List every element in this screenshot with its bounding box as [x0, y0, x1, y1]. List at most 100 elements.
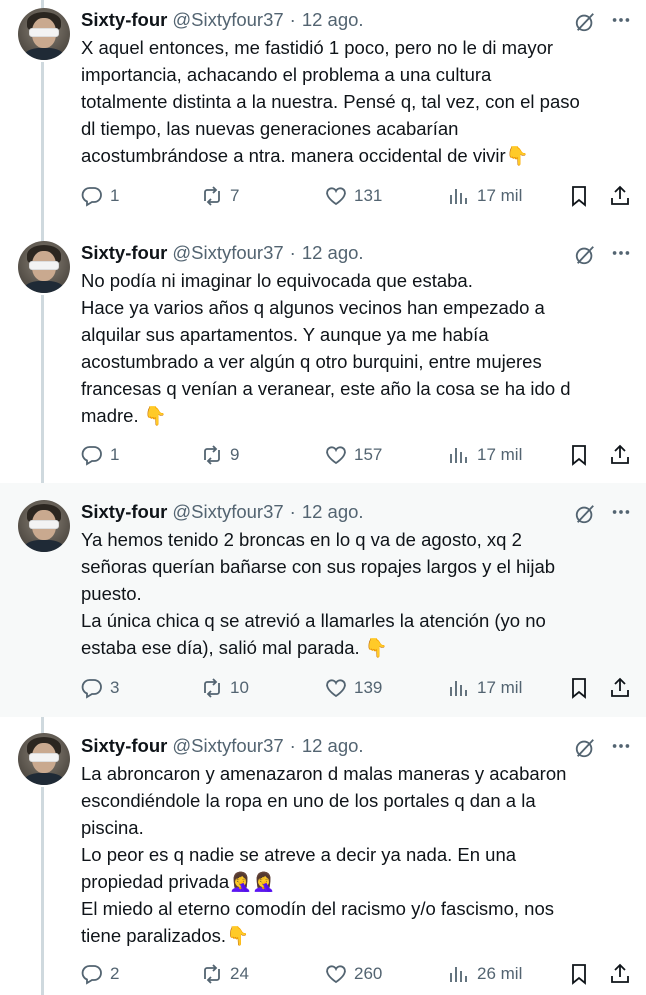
tweet-actions: 2 24 260 26 mil: [80, 961, 632, 987]
like-button[interactable]: 131: [324, 183, 382, 209]
views-button[interactable]: 26 mil: [447, 961, 522, 987]
avatar[interactable]: [18, 500, 70, 552]
display-name[interactable]: Sixty-four: [81, 501, 167, 523]
more-icon[interactable]: [610, 735, 632, 757]
tweet-header: Sixty-four @Sixtyfour37 · 12 ago.: [81, 242, 364, 264]
avatar[interactable]: [18, 8, 70, 60]
like-button[interactable]: 157: [324, 442, 382, 468]
share-icon: [611, 185, 629, 205]
repost-count: 9: [230, 445, 240, 464]
grok-icon[interactable]: [574, 503, 596, 525]
like-count: 260: [354, 964, 383, 983]
repost-button[interactable]: 24: [200, 961, 249, 987]
tweet-date[interactable]: 12 ago.: [302, 501, 364, 523]
bookmark-button[interactable]: [567, 183, 591, 209]
separator-dot: ·: [289, 9, 296, 30]
heart-icon: [326, 679, 346, 698]
like-button[interactable]: 139: [324, 675, 382, 701]
share-button[interactable]: [608, 675, 632, 701]
tweet-text: La abroncaron y amenazaron d malas maner…: [81, 763, 567, 946]
share-button[interactable]: [608, 442, 632, 468]
reply-icon: [81, 679, 102, 699]
repost-icon: [204, 186, 220, 206]
avatar[interactable]: [18, 733, 70, 785]
user-handle[interactable]: @Sixtyfour37: [172, 242, 283, 264]
heart-icon: [326, 965, 346, 984]
tweet-actions: 1 7 131 17 mil: [80, 183, 632, 209]
bookmark-button[interactable]: [567, 961, 591, 987]
more-icon[interactable]: [610, 501, 632, 523]
repost-count: 24: [230, 964, 249, 983]
reply-count: 3: [110, 678, 120, 697]
bookmark-icon: [572, 445, 586, 466]
reply-count: 1: [110, 186, 120, 205]
tweet-text: No podía ni imaginar lo equivocada que e…: [81, 270, 571, 426]
repost-count: 7: [230, 186, 240, 205]
reply-icon: [81, 965, 102, 985]
grok-icon[interactable]: [574, 737, 596, 759]
reply-count: 1: [110, 445, 120, 464]
repost-button[interactable]: 9: [200, 442, 239, 468]
tweet[interactable]: Sixty-four @Sixtyfour37 · 12 ago. La abr…: [0, 717, 646, 995]
views-icon: [450, 189, 467, 204]
tweet-date[interactable]: 12 ago.: [302, 735, 364, 757]
display-name[interactable]: Sixty-four: [81, 735, 167, 757]
share-icon: [611, 444, 629, 464]
tweet-text: X aquel entonces, me fastidió 1 poco, pe…: [81, 37, 580, 166]
repost-icon: [204, 678, 220, 698]
share-button[interactable]: [608, 183, 632, 209]
user-handle[interactable]: @Sixtyfour37: [172, 9, 283, 31]
more-icon[interactable]: [610, 9, 632, 31]
repost-count: 10: [230, 678, 249, 697]
repost-icon: [204, 964, 220, 984]
display-name[interactable]: Sixty-four: [81, 9, 167, 31]
like-count: 139: [354, 678, 383, 697]
reply-button[interactable]: 1: [80, 442, 119, 468]
tweet-actions: 1 9 157 17 mil: [80, 442, 632, 468]
tweet-text: Ya hemos tenido 2 broncas en lo q va de …: [81, 529, 556, 658]
views-button[interactable]: 17 mil: [447, 442, 522, 468]
bookmark-button[interactable]: [567, 442, 591, 468]
grok-icon[interactable]: [574, 244, 596, 266]
display-name[interactable]: Sixty-four: [81, 242, 167, 264]
view-count: 17 mil: [477, 186, 523, 205]
share-icon: [611, 677, 629, 697]
repost-button[interactable]: 7: [200, 183, 239, 209]
share-button[interactable]: [608, 961, 632, 987]
views-icon: [450, 967, 467, 982]
tweet-header: Sixty-four @Sixtyfour37 · 12 ago.: [81, 735, 364, 757]
bookmark-button[interactable]: [567, 675, 591, 701]
grok-icon[interactable]: [574, 11, 596, 33]
tweet-header: Sixty-four @Sixtyfour37 · 12 ago.: [81, 501, 364, 523]
reply-count: 2: [110, 964, 120, 983]
reply-button[interactable]: 2: [80, 961, 119, 987]
like-button[interactable]: 260: [324, 961, 382, 987]
user-handle[interactable]: @Sixtyfour37: [172, 501, 283, 523]
reply-icon: [81, 446, 102, 466]
reply-button[interactable]: 3: [80, 675, 119, 701]
bookmark-icon: [572, 186, 586, 207]
user-handle[interactable]: @Sixtyfour37: [172, 735, 283, 757]
views-button[interactable]: 17 mil: [447, 675, 522, 701]
views-icon: [450, 681, 467, 696]
reply-icon: [81, 187, 102, 207]
more-icon[interactable]: [610, 242, 632, 264]
share-icon: [611, 963, 629, 983]
avatar[interactable]: [18, 241, 70, 293]
bookmark-icon: [572, 678, 586, 699]
tweet-header: Sixty-four @Sixtyfour37 · 12 ago.: [81, 9, 364, 31]
tweet[interactable]: Sixty-four @Sixtyfour37 · 12 ago. Ya hem…: [0, 483, 646, 717]
tweet-actions: 3 10 139 17 mil: [80, 675, 632, 701]
separator-dot: ·: [289, 735, 296, 756]
tweet[interactable]: Sixty-four @Sixtyfour37 · 12 ago. X aque…: [0, 0, 646, 233]
views-button[interactable]: 17 mil: [447, 183, 522, 209]
bookmark-icon: [572, 964, 586, 985]
tweet-date[interactable]: 12 ago.: [302, 9, 364, 31]
view-count: 26 mil: [477, 964, 523, 983]
reply-button[interactable]: 1: [80, 183, 119, 209]
repost-button[interactable]: 10: [200, 675, 249, 701]
view-count: 17 mil: [477, 678, 523, 697]
tweet-date[interactable]: 12 ago.: [302, 242, 364, 264]
tweet[interactable]: Sixty-four @Sixtyfour37 · 12 ago. No pod…: [0, 233, 646, 483]
heart-icon: [326, 446, 346, 465]
